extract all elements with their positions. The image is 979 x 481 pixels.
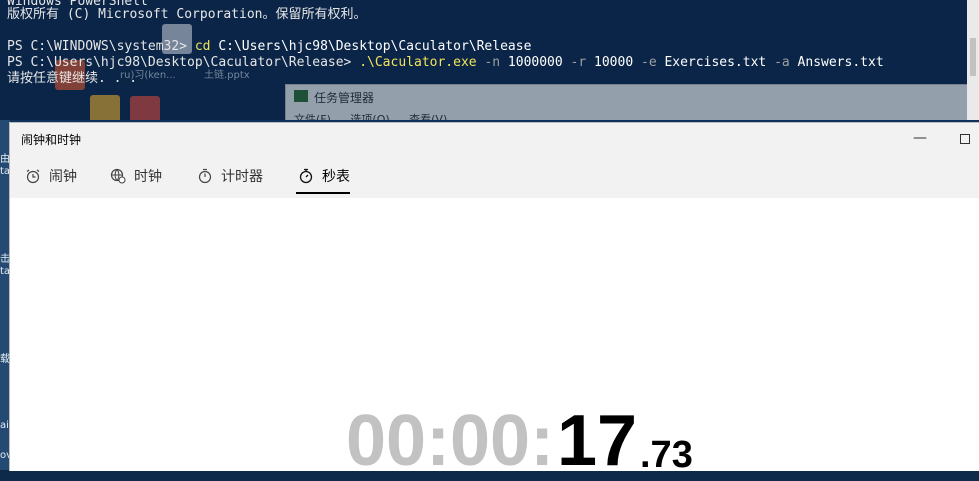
stopwatch-hours: 00: [346,401,451,481]
tab-timer[interactable]: 计时器 [197,163,263,189]
ps-flag: -r [570,55,587,70]
alarm-clock-icon [26,169,40,184]
ps-flag: -e [641,55,657,70]
ps-value: 10000 [594,55,634,70]
title-bar[interactable]: 闹钟和时钟 — [10,123,979,153]
app-title: 闹钟和时钟 [21,133,82,147]
ps-scroll-thumb[interactable] [970,38,976,76]
ps-command-line-2: PS C:\Users\hjc98\Desktop\Caculator\Rele… [7,55,884,71]
tab-world-clock-label: 时钟 [134,169,162,185]
stopwatch-seconds: 17 [557,401,638,481]
tab-stopwatch[interactable]: 秒表 [296,163,350,194]
desktop-app-icon [90,95,120,120]
tab-alarm-label: 闹钟 [49,169,77,185]
ps-flag: -n [484,55,501,70]
timer-icon [198,168,212,184]
tab-stopwatch-label: 秒表 [322,169,350,185]
ps-command: cd [194,39,211,54]
maximize-button[interactable] [956,127,976,149]
desktop-edge-text: ai [0,420,9,431]
world-clock-icon [110,168,126,184]
task-manager-icon [294,90,308,102]
stopwatch-icon [299,168,313,184]
ps-output: 请按任意键继续. . . [7,71,138,86]
ps-scrollbar[interactable] [967,0,979,120]
minimize-button[interactable]: — [910,127,930,149]
stopwatch-display: 00: 00: 17 .73 [10,401,979,481]
stopwatch-minutes: 00: [450,401,555,481]
clock-app-window[interactable]: 闹钟和时钟 — 闹钟 时钟 计时器 秒表 00: 00: 17 .73 [9,122,979,481]
ps-executable: .\Caculator.exe [359,55,477,70]
active-tab-indicator [296,192,350,194]
ps-value: 1000000 [507,55,563,70]
pdf-file-icon [130,96,160,120]
task-manager-title: 任务管理器 [314,91,375,105]
ps-command-line-1: PS C:\WINDOWS\system32> cd C:\Users\hjc9… [7,39,531,55]
ps-flag: -a [774,55,790,70]
ps-prompt: PS C:\Users\hjc98\Desktop\Caculator\Rele… [7,55,352,70]
tab-world-clock[interactable]: 时钟 [110,163,162,189]
ps-copyright: 版权所有 (C) Microsoft Corporation。保留所有权利。 [7,7,367,22]
tab-alarm[interactable]: 闹钟 [25,163,77,189]
tab-timer-label: 计时器 [221,169,263,185]
powershell-window[interactable]: ru)习(ken... 土链.pptx 任务管理器 文件(F) 选项(O) 查看… [0,0,967,120]
stopwatch-panel: 00: 00: 17 .73 [10,198,979,481]
task-manager-menu: 文件(F) 选项(O) 查看(V) [294,113,448,120]
ps-value: Answers.txt [797,55,884,70]
stopwatch-hundredths: .73 [640,434,693,476]
tab-bar: 闹钟 时钟 计时器 秒表 [10,153,979,198]
ps-prompt: PS C:\WINDOWS\system32> [7,39,188,54]
ps-argument: C:\Users\hjc98\Desktop\Caculator\Release [218,39,532,54]
ps-value: Exercises.txt [664,55,767,70]
task-manager-window: 任务管理器 文件(F) 选项(O) 查看(V) [285,84,967,120]
